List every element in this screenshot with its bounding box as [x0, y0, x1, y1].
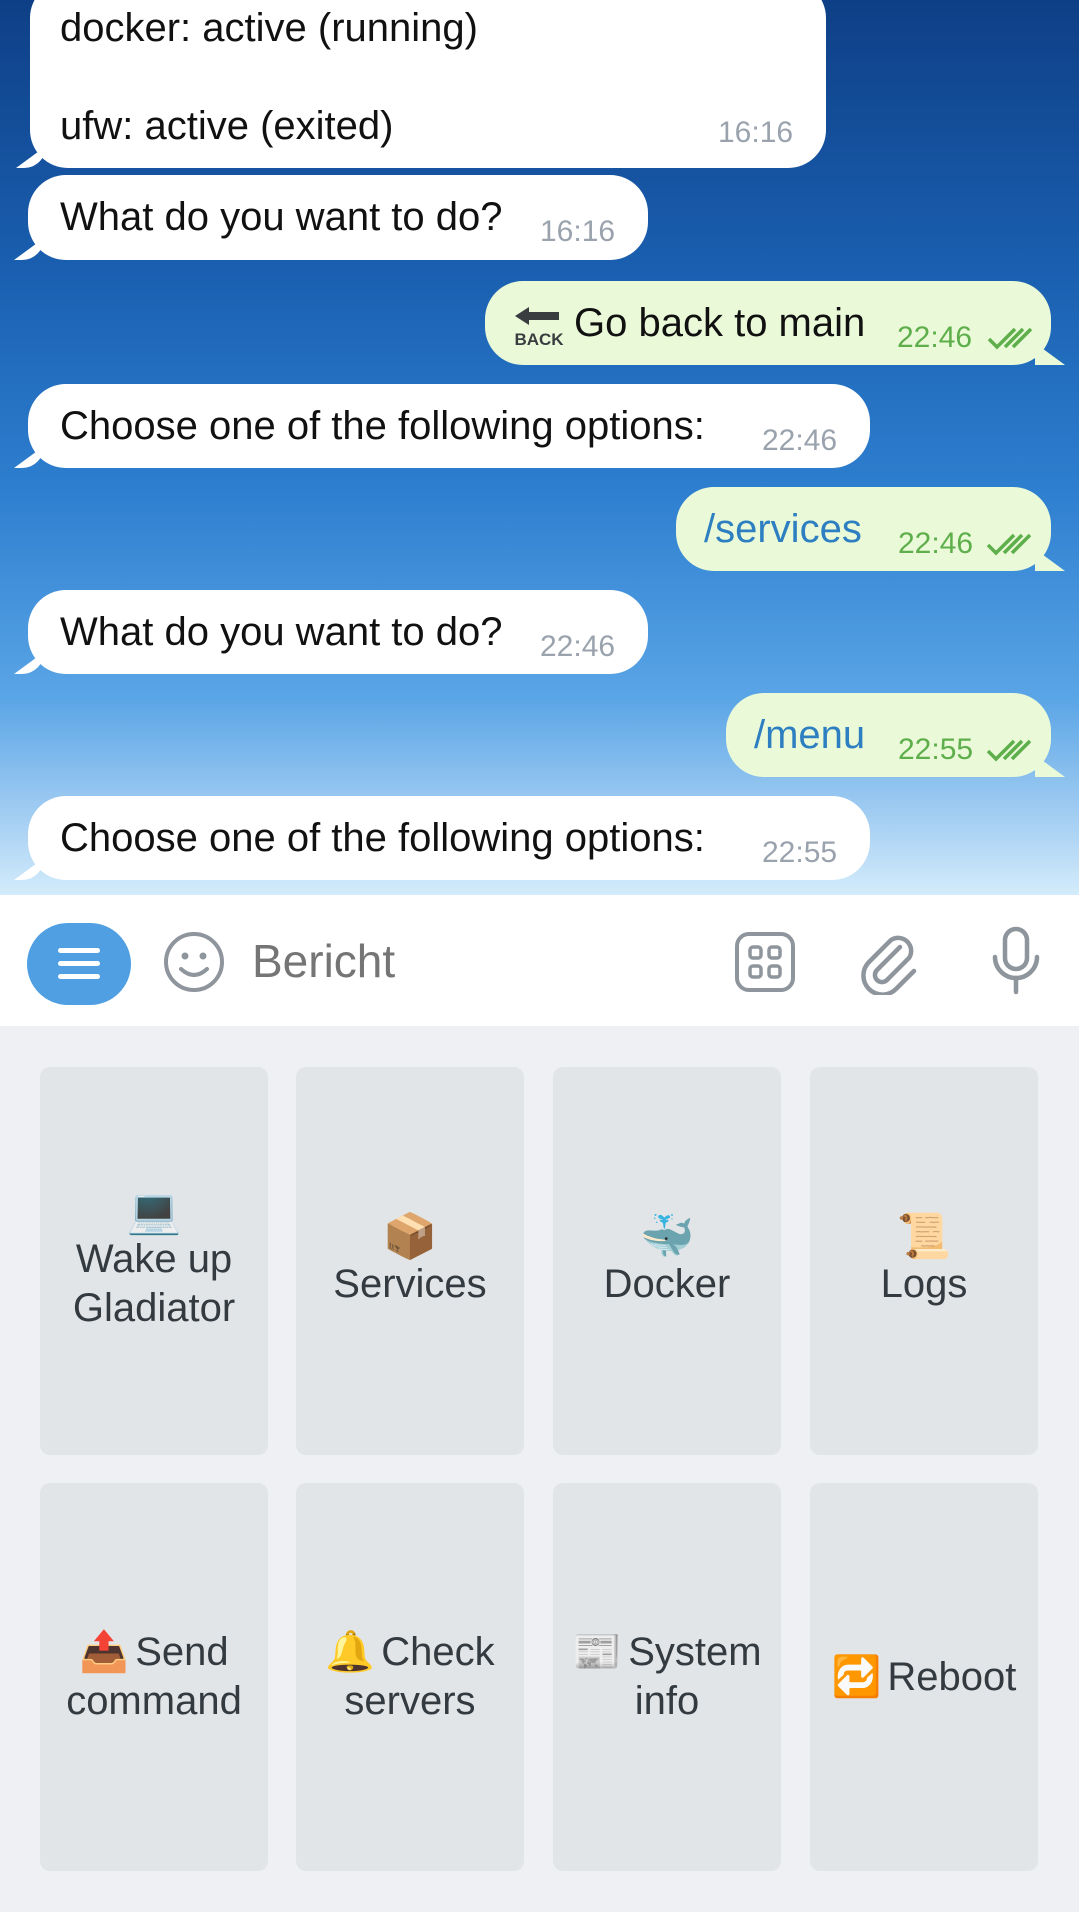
key-label: servers: [344, 1679, 476, 1723]
repeat-icon: 🔁: [831, 1653, 882, 1700]
message-text: ufw: active (exited): [60, 104, 394, 148]
message-outgoing[interactable]: BACK Go back to main 22:46: [485, 281, 1051, 365]
double-check-icon: [986, 533, 1032, 556]
message-incoming[interactable]: Choose one of the following options: 22:…: [28, 796, 870, 880]
menu-icon: [58, 948, 100, 979]
sticker-grid-icon[interactable]: [734, 931, 796, 993]
message-time: 22:55: [762, 836, 838, 869]
package-icon: 📦: [382, 1210, 438, 1262]
chat-area[interactable]: docker: active (running) ufw: active (ex…: [0, 0, 1079, 895]
whale-icon: 🐳: [639, 1210, 695, 1262]
outbox-icon: 📤: [79, 1629, 130, 1675]
message-text: Go back to main: [574, 301, 866, 345]
key-wake-up-gladiator[interactable]: 💻 Wake up Gladiator: [40, 1067, 268, 1455]
command-link[interactable]: /services: [704, 509, 862, 549]
command-link[interactable]: /menu: [754, 715, 865, 755]
key-label: Docker: [603, 1261, 731, 1306]
message-outgoing[interactable]: /menu 22:55: [726, 693, 1051, 777]
key-label: System: [628, 1630, 762, 1674]
key-label-line: 📤 Send: [79, 1628, 228, 1677]
newspaper-icon: 📰: [572, 1629, 623, 1675]
key-label: Reboot: [887, 1654, 1017, 1699]
message-incoming[interactable]: What do you want to do? 16:16: [28, 175, 648, 260]
smiley-icon[interactable]: [163, 931, 225, 993]
scroll-icon: 📜: [896, 1210, 952, 1262]
key-send-command[interactable]: 📤 Send command: [40, 1483, 268, 1871]
bell-icon: 🔔: [325, 1629, 376, 1675]
message-text: Choose one of the following options:: [60, 816, 705, 860]
svg-text:BACK: BACK: [514, 330, 564, 349]
message-text: Choose one of the following options:: [60, 404, 705, 448]
message-time: 22:46: [898, 527, 974, 560]
message-time: 22:46: [540, 630, 616, 663]
bot-menu-button[interactable]: [27, 923, 131, 1005]
message-input[interactable]: [250, 925, 714, 997]
key-label: Services: [333, 1261, 487, 1306]
back-arrow-icon: BACK: [513, 305, 565, 349]
message-text: What do you want to do?: [60, 610, 503, 654]
key-system-info[interactable]: 📰 System info: [553, 1483, 781, 1871]
key-logs[interactable]: 📜 Logs: [810, 1067, 1038, 1455]
key-label-line: 🔔 Check: [325, 1628, 494, 1677]
key-label: Logs: [880, 1261, 968, 1306]
key-label: Wake up: [75, 1237, 233, 1281]
key-label-line: 📰 System: [572, 1628, 761, 1677]
message-time: 16:16: [718, 116, 794, 149]
key-label: Gladiator: [72, 1286, 236, 1330]
bot-keyboard: 💻 Wake up Gladiator 📦 Services 🐳 Docker …: [0, 1026, 1079, 1912]
message-incoming[interactable]: Choose one of the following options: 22:…: [28, 384, 870, 468]
key-docker[interactable]: 🐳 Docker: [553, 1067, 781, 1455]
key-reboot[interactable]: 🔁 Reboot: [810, 1483, 1038, 1871]
double-check-icon: [986, 739, 1032, 762]
key-services[interactable]: 📦 Services: [296, 1067, 524, 1455]
key-label: info: [634, 1679, 700, 1723]
key-check-servers[interactable]: 🔔 Check servers: [296, 1483, 524, 1871]
message-input-bar: [0, 895, 1079, 1026]
message-outgoing[interactable]: /services 22:46: [676, 487, 1051, 571]
message-incoming[interactable]: docker: active (running) ufw: active (ex…: [30, 0, 826, 168]
message-time: 22:55: [898, 733, 974, 766]
message-time: 22:46: [762, 424, 838, 457]
message-time: 16:16: [540, 215, 616, 248]
laptop-icon: 💻: [126, 1186, 182, 1237]
key-label: Check: [381, 1630, 495, 1674]
key-label: command: [66, 1679, 242, 1723]
message-text: docker: active (running): [60, 6, 478, 50]
message-time: 22:46: [897, 321, 973, 354]
double-check-icon: [987, 327, 1033, 350]
paperclip-icon[interactable]: [860, 929, 920, 995]
message-text: What do you want to do?: [60, 195, 503, 239]
key-label: Send: [135, 1630, 229, 1674]
microphone-icon[interactable]: [988, 925, 1044, 997]
key-label-line: 🔁 Reboot: [832, 1653, 1017, 1702]
message-incoming[interactable]: What do you want to do? 22:46: [28, 590, 648, 674]
